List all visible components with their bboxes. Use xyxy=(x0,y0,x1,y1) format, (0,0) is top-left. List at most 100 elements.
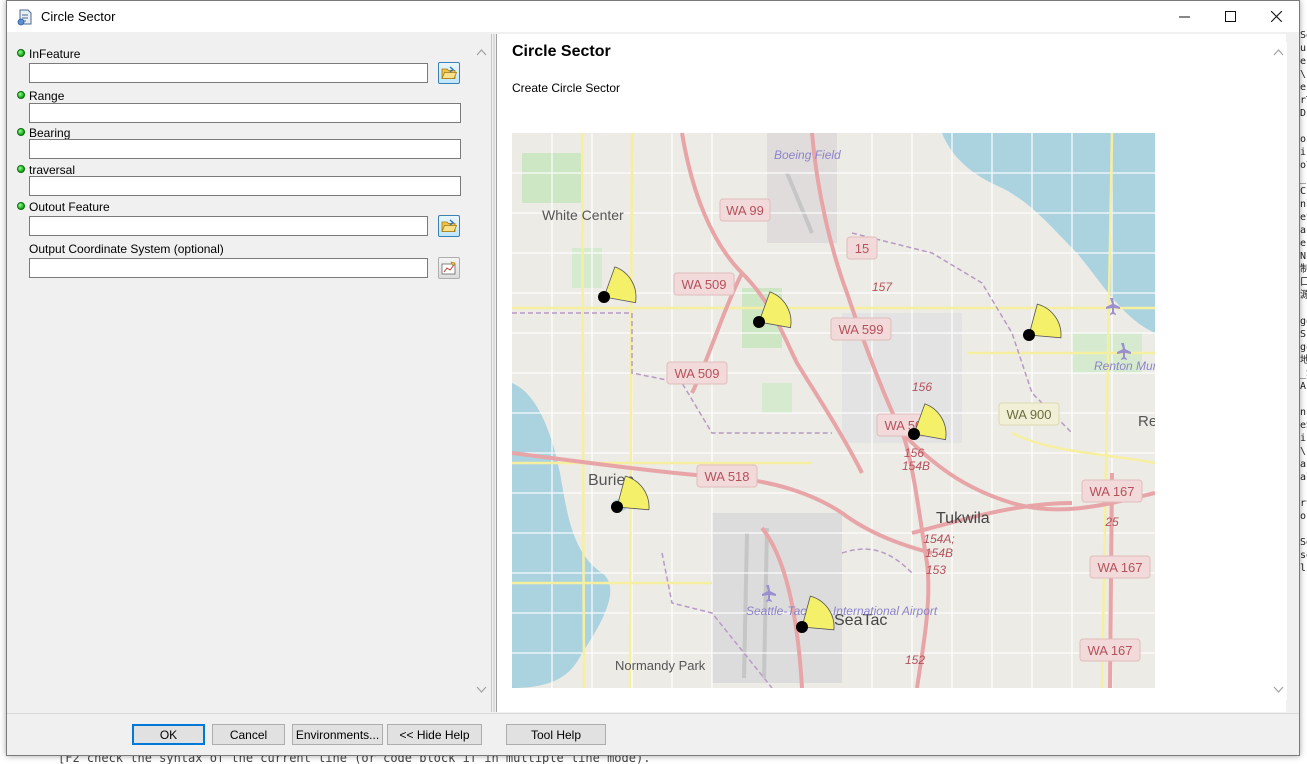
close-button[interactable] xyxy=(1253,1,1299,32)
map-label: WA 99 xyxy=(726,203,764,218)
param-label: traversal xyxy=(29,163,76,177)
background-text: go xyxy=(1300,342,1307,353)
output-feature-browse-button[interactable] xyxy=(438,215,460,237)
folder-open-icon xyxy=(441,219,457,232)
map-label: 156 xyxy=(912,380,932,394)
help-pane: Circle Sector Create Circle Sector WA 99… xyxy=(496,34,1287,712)
background-text: rv xyxy=(1300,498,1307,509)
map-label: WA 167 xyxy=(1087,643,1132,658)
background-text: er xyxy=(1300,82,1307,93)
background-text: _S xyxy=(1300,368,1307,379)
param-label: Bearing xyxy=(29,126,71,140)
environments-button[interactable]: Environments... xyxy=(292,724,383,745)
title-bar[interactable]: Circle Sector xyxy=(7,1,1299,32)
background-text: a xyxy=(1300,459,1307,470)
map-label: 15 xyxy=(855,241,869,256)
help-title: Circle Sector xyxy=(512,43,611,60)
background-text: go xyxy=(1300,316,1307,327)
help-map-image: WA 99 15 WA 509 WA 509 WA 599 WA 509 WA … xyxy=(512,133,1155,688)
scroll-down-button[interactable] xyxy=(475,683,488,696)
background-text: nc xyxy=(1300,407,1307,418)
background-text xyxy=(1300,120,1307,133)
help-scroll-down-button[interactable] xyxy=(1272,683,1285,696)
bearing-input[interactable] xyxy=(29,139,461,159)
background-text: et xyxy=(1300,212,1307,223)
background-text: e xyxy=(1300,56,1307,67)
sector-origin-point xyxy=(598,291,610,303)
background-text: al xyxy=(1300,472,1307,483)
background-text: nl xyxy=(1300,199,1307,210)
background-text xyxy=(1300,393,1307,406)
map-label: Renton Municipal Airport xyxy=(1094,359,1155,373)
map-label: 157 xyxy=(872,280,893,294)
output-feature-input[interactable] xyxy=(29,216,428,236)
background-text: D xyxy=(1300,108,1307,119)
maximize-button[interactable] xyxy=(1207,1,1253,32)
required-indicator-icon xyxy=(17,49,25,57)
background-text: se xyxy=(1300,550,1307,561)
background-text: Se xyxy=(1300,30,1307,41)
parameters-scrollbar[interactable] xyxy=(473,42,490,700)
background-text: ir xyxy=(1300,433,1307,444)
maximize-icon xyxy=(1224,11,1236,22)
sector-origin-point xyxy=(908,428,920,440)
map-label: Boeing Field xyxy=(774,148,841,162)
minimize-icon xyxy=(1178,16,1190,18)
infeature-input[interactable] xyxy=(29,63,428,83)
ok-button[interactable]: OK xyxy=(132,724,205,745)
sector-origin-point xyxy=(796,621,808,633)
minimize-button[interactable] xyxy=(1161,1,1207,32)
map-label: Re xyxy=(1138,413,1155,430)
background-text: 地 xyxy=(1300,354,1307,367)
chevron-up-icon xyxy=(476,49,487,56)
tool-help-button[interactable]: Tool Help xyxy=(506,724,606,745)
chevron-up-icon xyxy=(1273,49,1284,56)
circle-sector-dialog: Circle Sector InFeature Range Bearing tr… xyxy=(6,0,1300,756)
background-text: A xyxy=(1300,381,1307,392)
map-label: Seattle-Tacoma International Airport xyxy=(746,604,938,618)
hide-help-button[interactable]: << Hide Help xyxy=(387,724,482,745)
folder-open-icon xyxy=(441,66,457,79)
background-text: S xyxy=(1300,329,1307,340)
cancel-button[interactable]: Cancel xyxy=(212,724,285,745)
sector-origin-point xyxy=(1023,329,1035,341)
range-input[interactable] xyxy=(29,103,461,123)
scroll-up-button[interactable] xyxy=(475,46,488,59)
background-text: 口 xyxy=(1300,276,1307,289)
background-text: 源 xyxy=(1300,289,1307,302)
background-text: rT xyxy=(1300,95,1307,106)
map-label: WA 167 xyxy=(1089,484,1134,499)
param-label: Outout Feature xyxy=(29,200,110,214)
background-text: \k xyxy=(1300,69,1307,80)
background-text: 制 xyxy=(1300,263,1307,276)
background-text: u xyxy=(1300,43,1307,54)
background-text: Se xyxy=(1300,537,1307,548)
window-title: Circle Sector xyxy=(41,9,116,24)
chevron-down-icon xyxy=(476,686,487,693)
output-coordinate-system-input[interactable] xyxy=(29,258,428,278)
param-label: Output Coordinate System (optional) xyxy=(29,242,224,256)
required-indicator-icon xyxy=(17,202,25,210)
background-text: a xyxy=(1300,225,1307,236)
traversal-input[interactable] xyxy=(29,176,461,196)
sector-origin-point xyxy=(753,316,765,328)
map-label: Tukwila xyxy=(936,510,990,527)
help-scrollbar[interactable] xyxy=(1270,42,1287,700)
map-label: 25 xyxy=(1104,515,1119,529)
required-indicator-icon xyxy=(17,91,25,99)
infeature-browse-button[interactable] xyxy=(438,62,460,84)
coordinate-system-button[interactable] xyxy=(438,257,460,279)
background-text: ir xyxy=(1300,147,1307,158)
background-text: lit xyxy=(1300,563,1307,574)
background-text: \ xyxy=(1300,446,1307,457)
background-text: C xyxy=(1300,186,1307,197)
map-label: 154B xyxy=(925,546,953,560)
map-label: WA 599 xyxy=(838,322,883,337)
pane-splitter[interactable] xyxy=(493,34,495,712)
map-label: 156 xyxy=(904,446,924,460)
background-text: e xyxy=(1300,238,1307,249)
map-label: 154B xyxy=(902,459,930,473)
chevron-down-icon xyxy=(1273,686,1284,693)
script-tool-icon xyxy=(17,9,32,25)
help-scroll-up-button[interactable] xyxy=(1272,46,1285,59)
